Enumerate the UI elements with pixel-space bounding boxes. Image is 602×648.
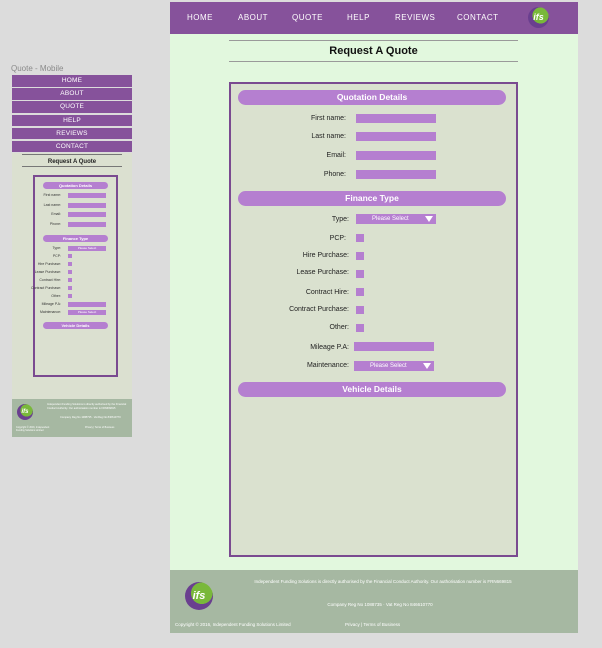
mobile-label: Other: <box>51 294 61 298</box>
heading-divider <box>229 40 518 41</box>
footer-copyright: Copyright © 2016, Independent Funding So… <box>175 622 291 627</box>
footer-reg: Company Reg No 1088735 · Vat Reg No 8466… <box>327 602 433 607</box>
mobile-first-name-input[interactable] <box>68 193 106 198</box>
mobile-nav-help[interactable]: HELP <box>12 114 132 127</box>
mobile-label: Contract Hire: <box>39 278 61 282</box>
maintenance-select[interactable]: Please Select <box>354 361 434 371</box>
mobile-label: PCP: <box>52 254 61 258</box>
section-vehicle-details[interactable]: Vehicle Details <box>238 382 506 397</box>
pcp-checkbox[interactable] <box>356 234 364 242</box>
type-select[interactable]: Please Select <box>356 214 436 224</box>
maintenance-label: Maintenance: <box>306 362 349 369</box>
phone-label: Phone: <box>323 171 346 178</box>
mobile-maintenance-select[interactable]: Please Select <box>68 310 106 315</box>
mobile-lease-purchase-checkbox[interactable] <box>68 270 72 274</box>
ifs-logo-icon[interactable]: ifs <box>185 582 213 610</box>
section-quotation-details[interactable]: Quotation Details <box>238 90 506 105</box>
mobile-nav-home[interactable]: HOME <box>12 75 132 87</box>
mobile-nav-quote[interactable]: QUOTE <box>12 101 132 113</box>
contract-hire-label: Contract Hire: <box>305 289 349 296</box>
chevron-down-icon <box>425 216 433 222</box>
lease-purchase-checkbox[interactable] <box>356 270 364 278</box>
nav-home[interactable]: HOME <box>187 13 213 22</box>
mobile-label: Contract Purchase: <box>31 286 61 290</box>
mobile-pcp-checkbox[interactable] <box>68 254 72 258</box>
first-name-input[interactable] <box>356 114 436 123</box>
other-label: Other: <box>329 324 349 331</box>
type-select-value: Please Select <box>372 216 409 222</box>
email-input[interactable] <box>356 151 436 160</box>
hire-purchase-checkbox[interactable] <box>356 252 364 260</box>
footer-links[interactable]: Privacy | Terms of Business <box>345 622 400 627</box>
mobile-quote-form: Quotation Details First name: Last name:… <box>31 175 118 377</box>
footer-authority: Independent Funding Solutions is directl… <box>254 579 512 584</box>
nav-reviews[interactable]: REVIEWS <box>395 13 435 22</box>
contract-purchase-label: Contract Purchase: <box>289 306 349 313</box>
mobile-divider <box>22 166 122 167</box>
contract-hire-checkbox[interactable] <box>356 288 364 296</box>
mobile-section-quotation[interactable]: Quotation Details <box>43 182 108 189</box>
ifs-logo-icon[interactable]: ifs <box>528 7 549 28</box>
nav-help[interactable]: HELP <box>347 13 370 22</box>
mobile-nav-reviews[interactable]: REVIEWS <box>12 127 132 140</box>
contract-purchase-checkbox[interactable] <box>356 306 364 314</box>
mobile-label: Maintenance: <box>39 310 61 314</box>
mobile-label: Mileage P.A: <box>41 302 61 306</box>
mobile-footer: ifs Independent Funding Solutions is dir… <box>12 399 132 437</box>
mobile-last-name-input[interactable] <box>68 202 106 208</box>
maintenance-select-value: Please Select <box>370 363 407 369</box>
pcp-label: PCP: <box>329 235 346 242</box>
mobile-page: Request A Quote Quotation Details First … <box>12 153 132 399</box>
mobile-label: Email: <box>51 212 61 216</box>
section-finance-type[interactable]: Finance Type <box>238 191 506 206</box>
mobile-nav: HOME ABOUT QUOTE HELP REVIEWS CONTACT <box>12 75 132 154</box>
page-title: Request A Quote <box>329 45 418 57</box>
mobile-hire-purchase-checkbox[interactable] <box>68 262 72 266</box>
site-footer: ifs Independent Funding Solutions is dir… <box>170 570 578 633</box>
email-label: Email: <box>326 152 346 159</box>
last-name-input[interactable] <box>356 132 436 141</box>
mobile-label: Hire Purchase: <box>37 262 61 266</box>
nav-quote[interactable]: QUOTE <box>292 13 323 22</box>
chevron-down-icon <box>423 363 431 369</box>
desktop-nav: HOME ABOUT QUOTE HELP REVIEWS CONTACT <box>170 2 578 34</box>
first-name-label: First name: <box>310 115 346 122</box>
mobile-nav-contact[interactable]: CONTACT <box>12 140 132 153</box>
mobile-label: Lease Purchase: <box>34 270 61 274</box>
mobile-phone-input[interactable] <box>68 221 106 227</box>
mobile-label: Last name: <box>43 202 61 207</box>
mobile-type-select[interactable]: Please Select <box>68 246 106 251</box>
mobile-nav-about[interactable]: ABOUT <box>12 88 132 100</box>
mobile-section-vehicle[interactable]: Vehicle Details <box>43 322 108 329</box>
mobile-label: First name: <box>43 193 61 197</box>
mobile-footer-authority: Independent Funding Solutions is directl… <box>47 403 127 410</box>
mobile-email-input[interactable] <box>68 212 106 217</box>
mobile-footer-links[interactable]: Privacy | Terms of Business <box>85 426 114 429</box>
other-checkbox[interactable] <box>356 324 364 332</box>
heading-divider <box>229 61 518 62</box>
mobile-caption: Quote - Mobile <box>11 64 64 73</box>
mobile-mileage-input[interactable] <box>68 302 106 307</box>
nav-contact[interactable]: CONTACT <box>457 13 499 22</box>
mobile-divider <box>22 154 122 155</box>
ifs-logo-icon[interactable]: ifs <box>17 404 33 420</box>
mobile-other-checkbox[interactable] <box>68 294 72 298</box>
last-name-label: Last name: <box>311 133 346 140</box>
mobile-footer-copyright: Copyright © 2016, Independent Funding So… <box>16 426 50 432</box>
mobile-contract-hire-checkbox[interactable] <box>68 278 72 282</box>
lease-purchase-label: Lease Purchase: <box>296 269 349 276</box>
mobile-label: Phone: <box>49 221 61 226</box>
mobile-heading: Request A Quote <box>47 159 97 165</box>
mileage-label: Mileage P.A: <box>310 344 349 351</box>
type-label: Type: <box>331 216 349 223</box>
mobile-contract-purchase-checkbox[interactable] <box>68 286 72 290</box>
hire-purchase-label: Hire Purchase: <box>302 252 349 259</box>
mobile-label: Type: <box>52 246 61 250</box>
mobile-section-finance[interactable]: Finance Type <box>43 235 108 242</box>
nav-about[interactable]: ABOUT <box>238 13 268 22</box>
mobile-footer-reg: Company Reg No 1088735 · Vat Reg No 8466… <box>60 416 121 419</box>
mileage-input[interactable] <box>354 342 434 351</box>
phone-input[interactable] <box>356 170 436 179</box>
